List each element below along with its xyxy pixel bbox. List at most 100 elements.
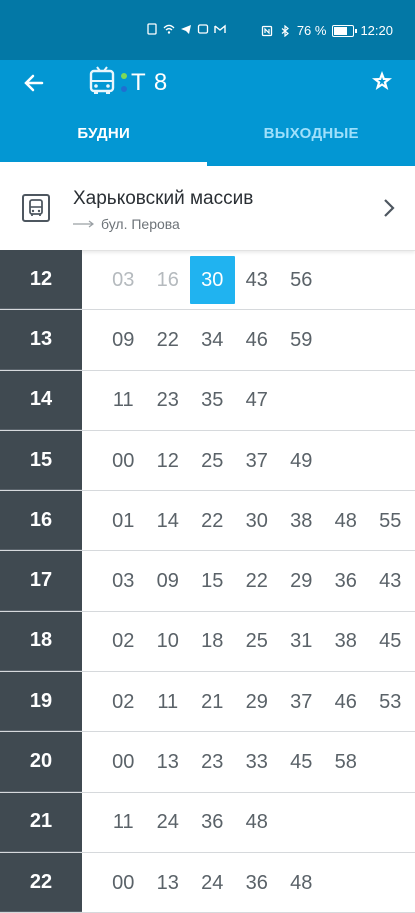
schedule-row: 1411233547 [0, 371, 415, 431]
minutes-list: 03091522293643 [82, 551, 415, 610]
departure-minute: 23 [190, 738, 235, 786]
departure-minute: 35 [190, 376, 235, 424]
departure-minute: 25 [235, 617, 280, 665]
departure-minute: 45 [279, 738, 324, 786]
notification-icons [146, 23, 226, 35]
departure-minute: 14 [146, 497, 191, 545]
star-icon [370, 69, 394, 93]
mail-icon [214, 23, 226, 35]
battery-percent: 76 % [297, 23, 327, 38]
departure-minute: 11 [101, 798, 146, 846]
nfc-icon [261, 25, 273, 37]
departure-minute: 49 [279, 437, 324, 485]
departure-minute: 53 [368, 678, 413, 726]
minutes-list: 02101825313845 [82, 612, 415, 671]
departure-minute: 43 [235, 256, 280, 304]
departure-minute: 21 [190, 678, 235, 726]
back-button[interactable] [18, 68, 48, 98]
departure-minute: 48 [279, 859, 324, 907]
departure-minute: 48 [324, 497, 369, 545]
hour-label: 15 [0, 431, 82, 490]
departure-minute: 55 [368, 497, 413, 545]
departure-minute: 00 [101, 859, 146, 907]
departure-minute: 46 [235, 316, 280, 364]
departure-minute: 36 [235, 859, 280, 907]
departure-minute: 13 [146, 859, 191, 907]
schedule-row: 220013243648 [0, 853, 415, 913]
departure-minute: 03 [101, 256, 146, 304]
tab-weekends[interactable]: ВЫХОДНЫЕ [208, 104, 415, 166]
schedule-row: 1902112129374653 [0, 672, 415, 732]
telegram-icon [180, 23, 192, 35]
hour-label: 14 [0, 371, 82, 430]
hour-label: 13 [0, 310, 82, 369]
schedule-row: 15 0012253749 [0, 431, 415, 491]
schedule-table: 1203163043561309223446591411233547150012… [0, 250, 415, 913]
hour-label: 22 [0, 853, 82, 912]
departure-minute: 02 [101, 617, 146, 665]
minutes-list: 01142230384855 [82, 491, 415, 550]
toolbar: T 8 [0, 60, 415, 104]
departure-minute: 22 [235, 557, 280, 605]
status-bar: 76 % 12:20 [0, 0, 415, 60]
departure-minute: 13 [146, 738, 191, 786]
departure-minute: 56 [279, 256, 324, 304]
next-departure: 30 [190, 256, 235, 304]
departure-minute: 38 [324, 617, 369, 665]
departure-minute: 10 [146, 617, 191, 665]
departure-minute: 09 [146, 557, 191, 605]
minutes-list: 02112129374653 [82, 672, 415, 731]
departure-minute: 22 [190, 497, 235, 545]
departure-minute: 43 [368, 557, 413, 605]
departure-minute: 36 [324, 557, 369, 605]
departure-minute: 16 [146, 256, 191, 304]
departure-minute: 47 [235, 376, 280, 424]
departure-minute: 31 [279, 617, 324, 665]
departure-minute: 22 [146, 316, 191, 364]
hour-label: 20 [0, 732, 82, 791]
departure-minute: 25 [190, 437, 235, 485]
hour-label: 19 [0, 672, 82, 731]
hour-label: 16 [0, 491, 82, 550]
schedule-row: 130922344659 [0, 310, 415, 370]
departure-minute: 45 [368, 617, 413, 665]
departure-minute: 18 [190, 617, 235, 665]
hour-label: 12 [0, 250, 82, 309]
departure-minute: 37 [235, 437, 280, 485]
favorite-button[interactable] [367, 66, 397, 96]
chevron-right-icon [379, 196, 399, 220]
battery-icon [332, 25, 354, 37]
schedule-row: 1601142230384855 [0, 491, 415, 551]
departure-minute: 33 [235, 738, 280, 786]
status-right: 76 % 12:20 [261, 23, 393, 38]
departure-minute: 12 [146, 437, 191, 485]
departure-minute: 24 [190, 859, 235, 907]
departure-minute: 09 [101, 316, 146, 364]
departure-minute: 46 [324, 678, 369, 726]
minutes-list: 0316304356 [82, 250, 415, 309]
app-icon [197, 23, 209, 35]
departure-minute: 00 [101, 437, 146, 485]
route-color-dots [120, 72, 128, 94]
minutes-list: 001323334558 [82, 732, 415, 791]
departure-minute: 01 [101, 497, 146, 545]
departure-minute: 11 [146, 678, 191, 726]
departure-minute: 11 [101, 376, 146, 424]
route-title: T 8 [131, 69, 168, 97]
departure-minute: 24 [146, 798, 191, 846]
hour-label: 21 [0, 793, 82, 852]
minutes-list: 0013243648 [82, 853, 415, 912]
bluetooth-icon [279, 25, 291, 37]
wifi-icon [163, 23, 175, 35]
schedule-row: 120316304356 [0, 250, 415, 310]
stop-card[interactable]: Харьковский массив бул. Перова [0, 166, 415, 251]
arrow-left-icon [22, 72, 44, 94]
direction-label: бул. Перова [101, 216, 180, 232]
departure-minute: 02 [101, 678, 146, 726]
hour-label: 17 [0, 551, 82, 610]
tab-weekdays[interactable]: БУДНИ [0, 104, 208, 166]
schedule-row: 1703091522293643 [0, 551, 415, 611]
departure-minute: 59 [279, 316, 324, 364]
stop-direction: бул. Перова [73, 216, 180, 232]
departure-minute: 15 [190, 557, 235, 605]
